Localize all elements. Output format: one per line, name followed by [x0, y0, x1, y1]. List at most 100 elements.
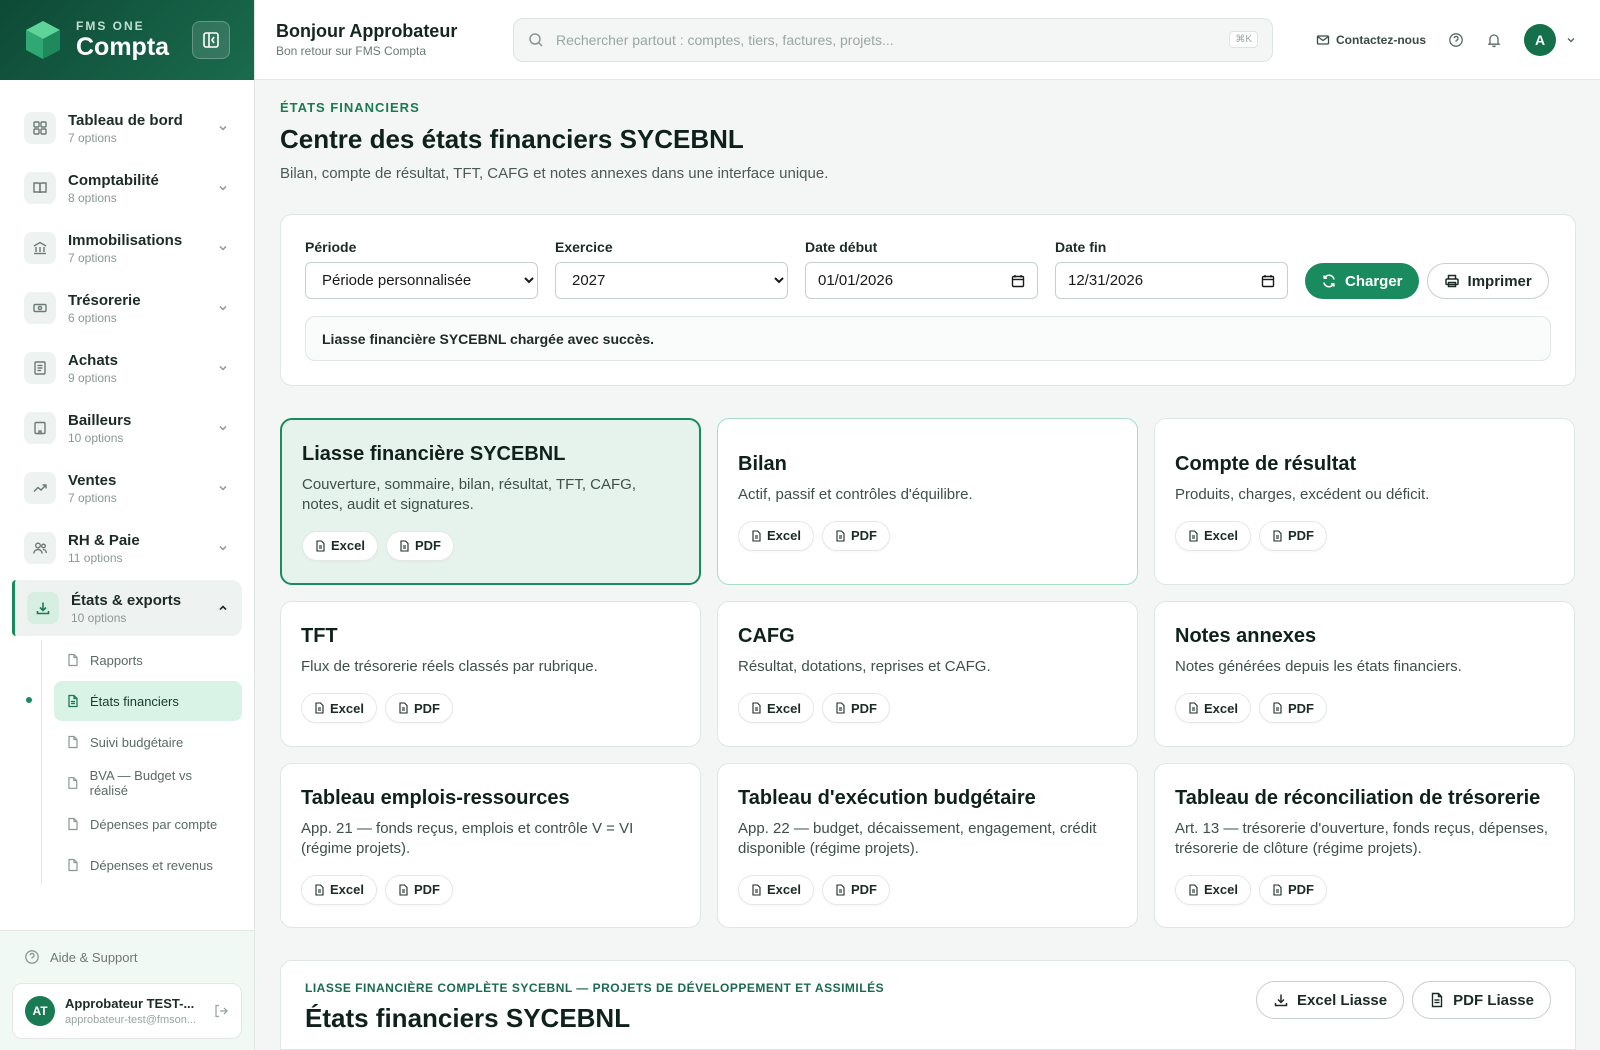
excel-export-button[interactable]: Excel	[1175, 693, 1251, 723]
sidebar-item-tresorerie[interactable]: Trésorerie 6 options	[12, 280, 242, 336]
cube-logo-icon	[26, 21, 60, 59]
sidebar-subnav: Rapports États financiers Suivi budgétai…	[26, 640, 242, 885]
user-avatar-button[interactable]: A	[1524, 23, 1556, 56]
filter-panel: Période Période personnalisée Exercice 2…	[280, 214, 1576, 386]
excel-label: Excel	[330, 882, 364, 897]
main-content: ÉTATS FINANCIERS Centre des états financ…	[280, 80, 1576, 1050]
periode-select[interactable]: Période personnalisée	[305, 262, 538, 299]
user-card[interactable]: AT Approbateur TEST-... approbateur-test…	[12, 983, 242, 1039]
date-debut-input[interactable]: 01/01/2026	[805, 262, 1038, 299]
pdf-export-button[interactable]: PDF	[821, 874, 890, 905]
document-icon	[68, 817, 78, 831]
logout-icon[interactable]	[213, 1003, 229, 1019]
excel-export-button[interactable]: Excel	[301, 693, 377, 723]
report-card-compte-resultat[interactable]: Compte de résultat Produits, charges, ex…	[1154, 418, 1575, 585]
contact-button[interactable]: Contactez-nous	[1316, 33, 1426, 47]
calendar-icon[interactable]	[1011, 274, 1025, 288]
user-email: approbateur-test@fmson...	[65, 1014, 197, 1026]
report-card-execution-budgetaire[interactable]: Tableau d'exécution budgétaire App. 22 —…	[717, 763, 1138, 928]
excel-label: Excel	[1204, 528, 1238, 543]
subnav-item-depenses-revenus[interactable]: Dépenses et revenus	[54, 845, 242, 885]
charger-button[interactable]: Charger	[1305, 263, 1419, 299]
report-card-description: App. 22 — budget, décaissement, engageme…	[738, 819, 1097, 857]
excel-export-button[interactable]: Excel	[738, 874, 814, 905]
sidebar-collapse-button[interactable]	[192, 21, 230, 59]
report-card-reconciliation-tresorerie[interactable]: Tableau de réconciliation de trésorerie …	[1154, 763, 1575, 928]
excel-liasse-button[interactable]: Excel Liasse	[1256, 981, 1405, 1019]
report-card-title: Bilan	[738, 452, 787, 475]
subnav-item-suivi-budgetaire[interactable]: Suivi budgétaire	[54, 722, 242, 762]
report-card-tft[interactable]: TFT Flux de trésorerie réels classés par…	[280, 601, 701, 747]
report-card-title: Liasse financière SYCEBNL	[302, 442, 566, 465]
chevron-down-icon[interactable]	[1564, 33, 1578, 47]
chevron-down-icon	[219, 305, 227, 311]
report-card-bilan[interactable]: Bilan Actif, passif et contrôles d'équil…	[717, 418, 1138, 585]
sidebar-item-comptabilite[interactable]: Comptabilité 8 options	[12, 160, 242, 216]
sidebar-item-count: 7 options	[68, 130, 117, 145]
excel-export-button[interactable]: Excel	[1175, 520, 1251, 551]
pdf-export-button[interactable]: PDF	[385, 530, 454, 561]
subnav-item-bva[interactable]: BVA — Budget vs réalisé	[54, 763, 242, 803]
report-card-emplois-ressources[interactable]: Tableau emplois-ressources App. 21 — fon…	[280, 763, 701, 928]
subnav-item-rapports[interactable]: Rapports	[54, 640, 242, 680]
download-icon	[27, 592, 59, 624]
excel-label: Excel	[331, 538, 365, 553]
contact-label: Contactez-nous	[1336, 32, 1426, 47]
users-icon	[24, 532, 56, 564]
excel-export-button[interactable]: Excel	[302, 530, 378, 561]
help-icon[interactable]	[1448, 32, 1464, 48]
sidebar-item-achats[interactable]: Achats 9 options	[12, 340, 242, 396]
file-icon	[836, 702, 845, 714]
sidebar-item-label: Achats	[68, 351, 119, 369]
sidebar-item-ventes[interactable]: Ventes 7 options	[12, 460, 242, 516]
excel-export-button[interactable]: Excel	[738, 693, 814, 723]
pdf-export-button[interactable]: PDF	[821, 693, 890, 723]
subnav-item-depenses-par-compte[interactable]: Dépenses par compte	[54, 804, 242, 844]
report-card-cafg[interactable]: CAFG Résultat, dotations, reprises et CA…	[717, 601, 1138, 747]
subnav-item-etats-financiers[interactable]: États financiers	[54, 681, 242, 721]
excel-export-button[interactable]: Excel	[738, 520, 814, 551]
pdf-export-button[interactable]: PDF	[1258, 874, 1327, 905]
greeting-subtitle: Bon retour sur FMS Compta	[276, 44, 427, 58]
pdf-export-button[interactable]: PDF	[821, 520, 890, 551]
download-icon	[1274, 994, 1288, 1007]
exercice-select[interactable]: 2027	[555, 262, 788, 299]
book-icon	[24, 172, 56, 204]
report-card-notes-annexes[interactable]: Notes annexes Notes générées depuis les …	[1154, 601, 1575, 747]
excel-export-button[interactable]: Excel	[1175, 874, 1251, 905]
sidebar-item-label: Trésorerie	[68, 291, 141, 309]
sidebar-item-rh-paie[interactable]: RH & Paie 11 options	[12, 520, 242, 576]
imprimer-label: Imprimer	[1467, 272, 1532, 290]
document-icon	[68, 694, 78, 708]
subnav-item-label: Rapports	[90, 652, 143, 668]
charger-label: Charger	[1345, 272, 1403, 290]
imprimer-button[interactable]: Imprimer	[1426, 263, 1549, 299]
file-icon	[752, 883, 761, 896]
calendar-icon[interactable]	[1261, 274, 1275, 288]
pdf-export-button[interactable]: PDF	[1258, 693, 1327, 723]
sidebar-item-tableau-de-bord[interactable]: Tableau de bord 7 options	[12, 100, 242, 156]
pdf-liasse-button[interactable]: PDF Liasse	[1412, 981, 1551, 1019]
exercice-field: Exercice 2027	[555, 239, 788, 299]
pdf-export-button[interactable]: PDF	[384, 693, 453, 723]
pdf-liasse-label: PDF Liasse	[1453, 991, 1534, 1009]
dashboard-icon	[24, 112, 56, 144]
pdf-export-button[interactable]: PDF	[384, 874, 453, 905]
date-fin-input[interactable]: 12/31/2026	[1055, 262, 1288, 299]
report-card-description: Art. 13 — trésorerie d'ouverture, fonds …	[1175, 819, 1549, 857]
sidebar-item-label: Immobilisations	[68, 231, 183, 249]
date-fin-value: 12/31/2026	[1068, 272, 1144, 289]
report-card-liasse[interactable]: Liasse financière SYCEBNL Couverture, so…	[280, 418, 701, 585]
subnav-item-label: Suivi budgétaire	[90, 734, 184, 750]
sidebar-item-count: 7 options	[68, 250, 117, 265]
report-card-title: Tableau d'exécution budgétaire	[738, 786, 1036, 809]
bell-icon[interactable]	[1486, 32, 1502, 48]
greeting-title: Bonjour Approbateur	[276, 21, 458, 41]
search-input[interactable]	[556, 31, 1230, 48]
sidebar-item-immobilisations[interactable]: Immobilisations 7 options	[12, 220, 242, 276]
help-support-link[interactable]: Aide & Support	[12, 931, 242, 983]
pdf-export-button[interactable]: PDF	[1258, 520, 1327, 551]
sidebar-item-bailleurs[interactable]: Bailleurs 10 options	[12, 400, 242, 456]
excel-export-button[interactable]: Excel	[301, 874, 377, 905]
sidebar-item-etats-exports[interactable]: États & exports 10 options	[12, 580, 242, 636]
